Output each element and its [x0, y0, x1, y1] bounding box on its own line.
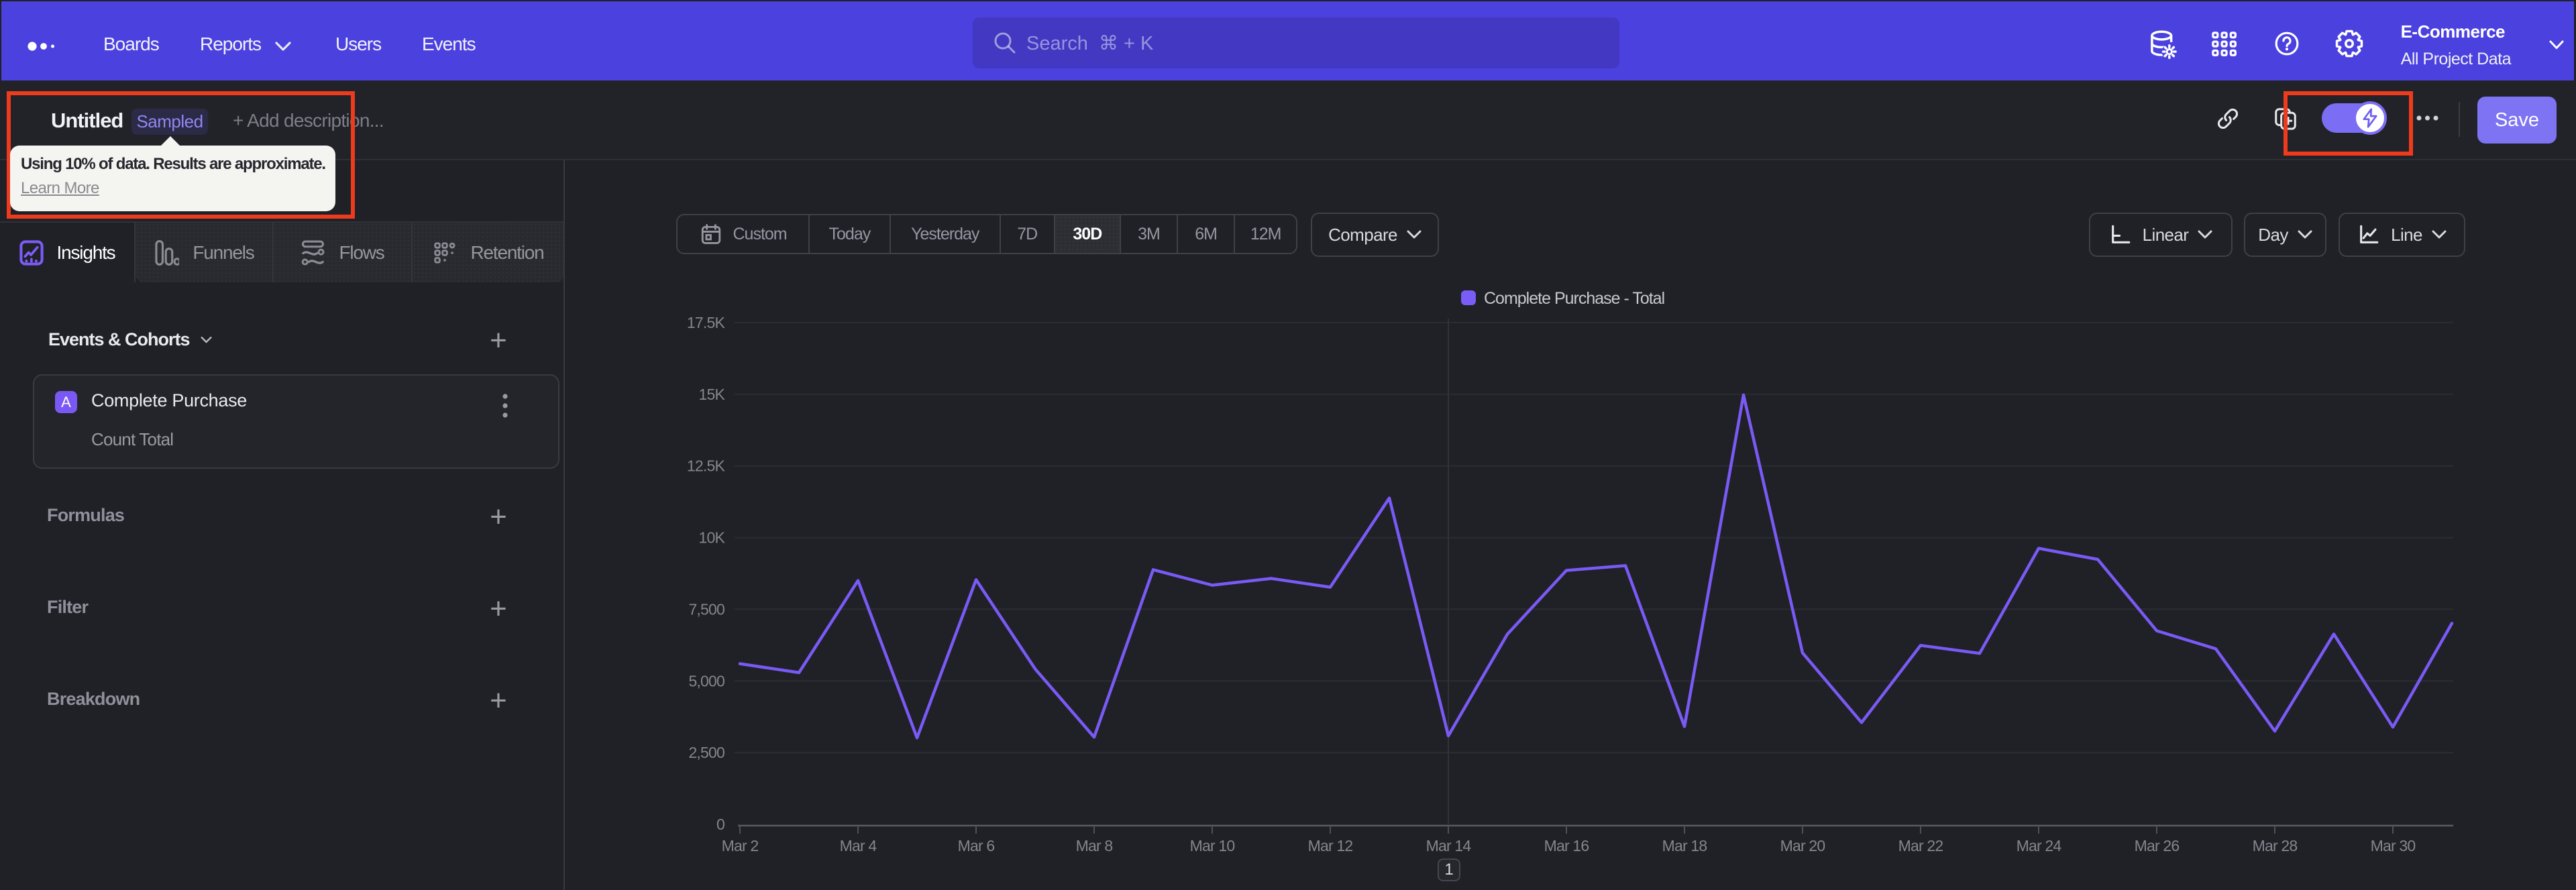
svg-text:Mar 4: Mar 4 — [840, 837, 877, 854]
svg-text:5,000: 5,000 — [688, 672, 724, 689]
svg-text:10K: 10K — [698, 529, 725, 547]
svg-text:Mar 2: Mar 2 — [722, 837, 759, 854]
svg-text:Mar 8: Mar 8 — [1076, 837, 1113, 854]
svg-text:Mar 16: Mar 16 — [1544, 837, 1589, 854]
svg-text:2,500: 2,500 — [688, 744, 724, 761]
svg-text:Mar 30: Mar 30 — [2371, 837, 2416, 854]
svg-text:Mar 20: Mar 20 — [1780, 837, 1825, 854]
svg-text:Mar 18: Mar 18 — [1662, 837, 1707, 854]
svg-text:Mar 12: Mar 12 — [1308, 837, 1353, 854]
svg-text:Mar 10: Mar 10 — [1190, 837, 1235, 854]
svg-text:Mar 24: Mar 24 — [2017, 837, 2062, 854]
svg-text:7,500: 7,500 — [688, 600, 724, 618]
svg-text:Mar 14: Mar 14 — [1426, 837, 1472, 854]
svg-text:Mar 22: Mar 22 — [1898, 837, 1943, 854]
svg-text:0: 0 — [716, 816, 724, 833]
svg-text:12.5K: 12.5K — [687, 457, 726, 475]
svg-text:Mar 6: Mar 6 — [958, 837, 995, 854]
svg-text:Mar 26: Mar 26 — [2135, 837, 2180, 854]
svg-text:Mar 28: Mar 28 — [2253, 837, 2298, 854]
svg-text:15K: 15K — [698, 386, 725, 403]
svg-text:17.5K: 17.5K — [687, 314, 726, 331]
